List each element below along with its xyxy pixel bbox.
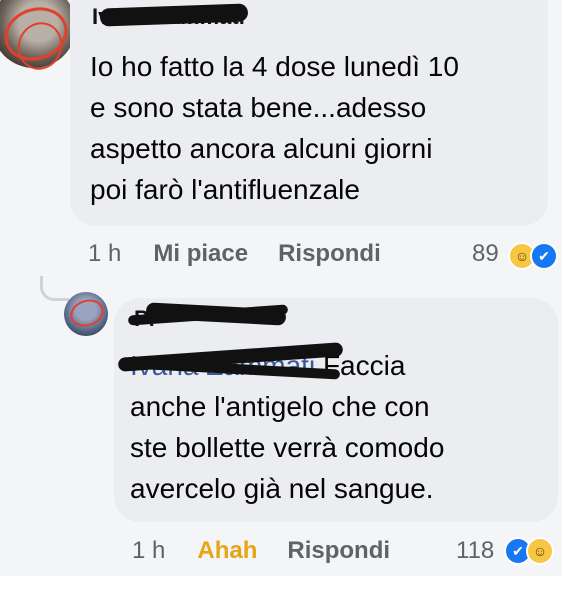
comment-text: Io ho fatto la 4 dose lunedì 10 e sono s… xyxy=(90,51,459,205)
reaction-icons[interactable]: ☺ ✔ xyxy=(508,242,558,270)
like-reaction-icon: ✔ xyxy=(530,242,558,270)
reply-button[interactable]: Rispondi xyxy=(287,537,390,565)
reply-time[interactable]: 1 h xyxy=(132,537,165,565)
haha-reaction-icon: ☺ xyxy=(526,537,554,565)
comment-actions: 1 h Mi piace Rispondi xyxy=(88,240,381,268)
reply-thread-line xyxy=(40,276,69,301)
reaction-icons[interactable]: ✔ ☺ xyxy=(504,537,554,565)
comment-time[interactable]: 1 h xyxy=(88,240,121,268)
like-button[interactable]: Mi piace xyxy=(153,240,248,268)
page-bottom-edge xyxy=(0,576,568,592)
haha-reaction-button[interactable]: Ahah xyxy=(197,537,257,565)
reply-button[interactable]: Rispondi xyxy=(278,240,381,268)
comment-thread: Ivana Zammati Io ho fatto la 4 dose lune… xyxy=(0,0,562,576)
reply-actions: 1 h Ahah Rispondi xyxy=(132,537,390,565)
reaction-count[interactable]: 89 xyxy=(472,240,499,268)
reaction-count[interactable]: 118 xyxy=(456,537,494,565)
